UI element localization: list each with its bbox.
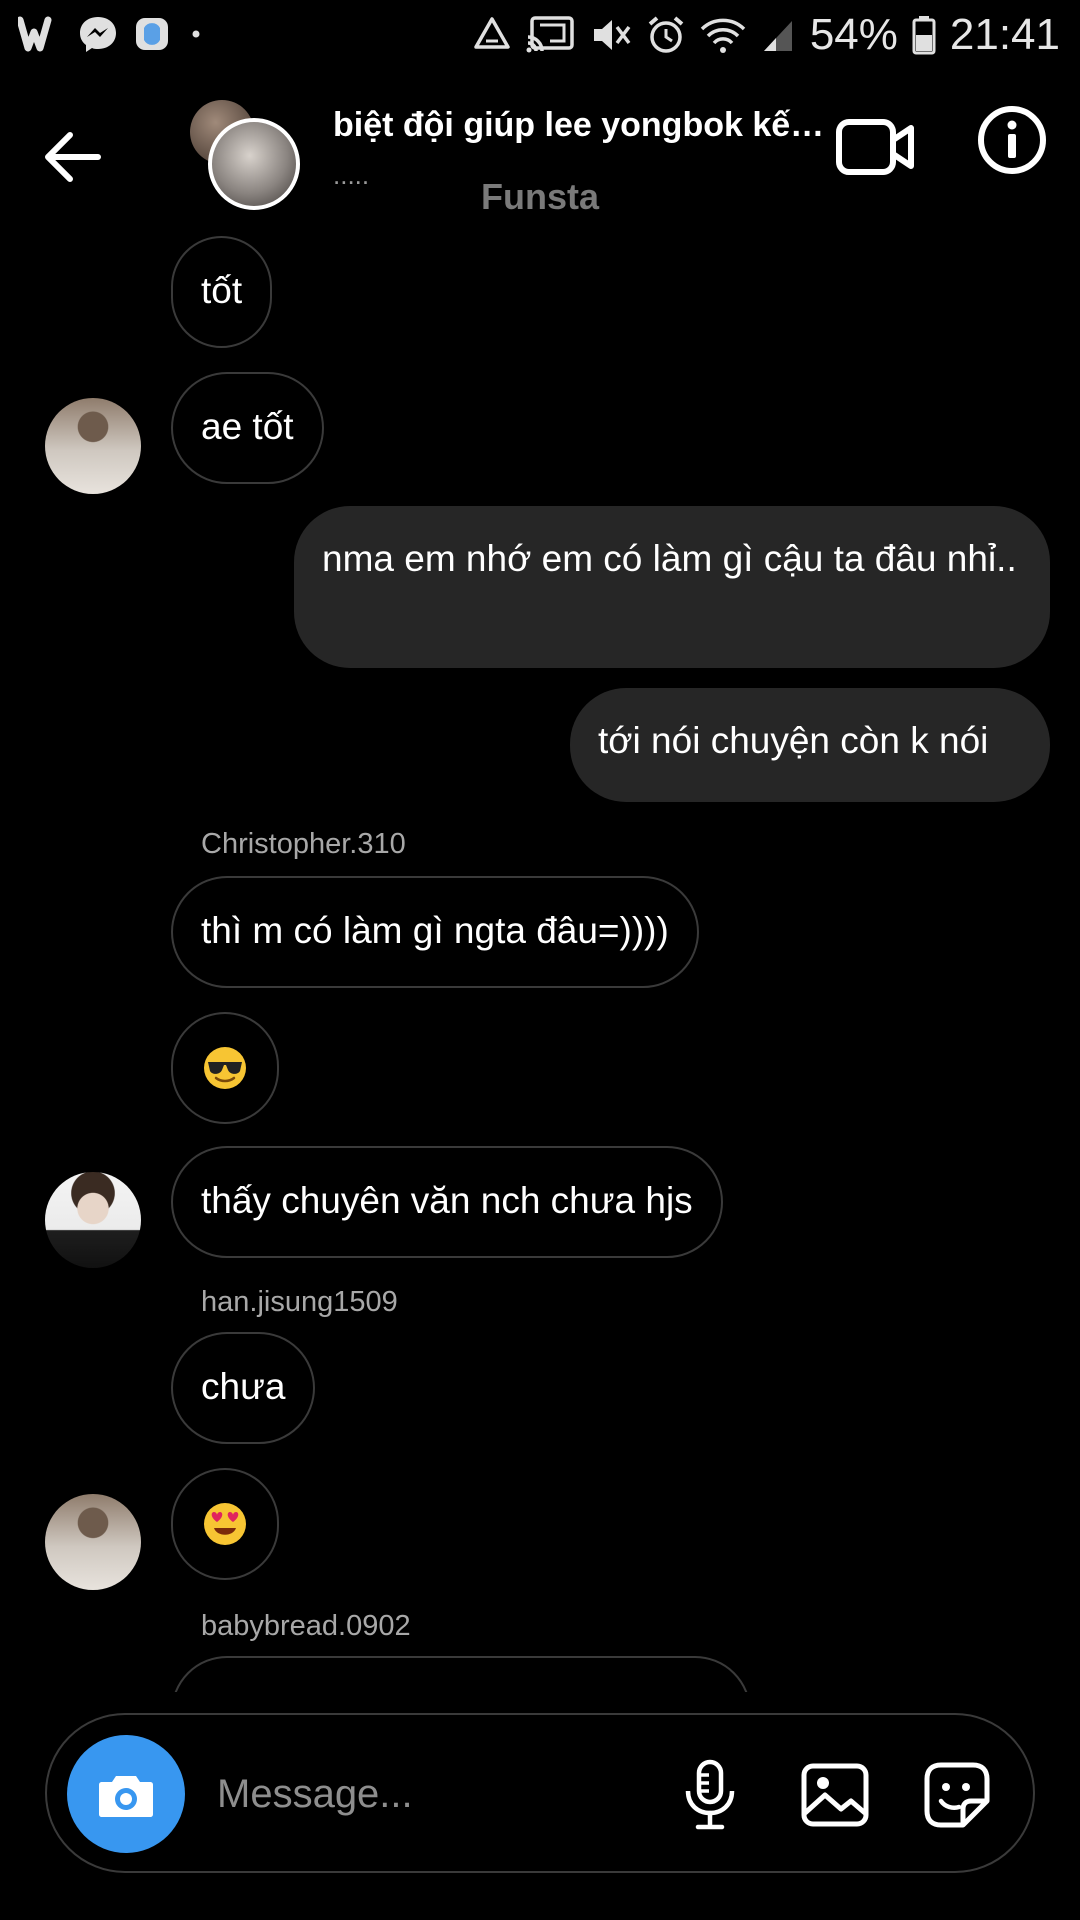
info-button[interactable]: [976, 104, 1048, 176]
gallery-button[interactable]: [797, 1757, 873, 1833]
message-text: ae tốt: [201, 406, 294, 447]
message-bubble[interactable]: tới nói chuyện còn k nói: [570, 688, 1050, 802]
thread-label: Funsta: [480, 176, 599, 217]
video-call-button[interactable]: [836, 112, 916, 182]
message-text: thì m có làm gì ngta đâu=)))): [201, 910, 669, 951]
message-bubble[interactable]: tốt: [171, 236, 273, 348]
sender-name: han.jisung1509: [201, 1286, 398, 1318]
message-text: tới nói chuyện còn k nói: [598, 720, 989, 761]
microphone-icon: [685, 1759, 735, 1830]
message-bubble[interactable]: chưa: [171, 1332, 316, 1444]
camera-icon: [99, 1776, 153, 1817]
message-composer: [45, 1713, 1035, 1873]
wifi-icon: [700, 18, 746, 53]
status-bar: 54% 21:41: [0, 0, 1080, 72]
message-bubble[interactable]: [171, 1656, 751, 1692]
message-input[interactable]: [215, 1755, 689, 1833]
message-bubble[interactable]: nma em nhớ em có làm gì cậu ta đâu nhỉ..: [294, 506, 1050, 668]
battery-icon: [912, 16, 936, 55]
emoji-message-bubble[interactable]: [171, 1468, 279, 1580]
signal-icon: [763, 21, 792, 51]
gallery-icon: [801, 1763, 869, 1827]
message-bubble[interactable]: ae tốt: [171, 372, 324, 484]
camera-button[interactable]: [67, 1735, 185, 1853]
message-text: nma em nhớ em có làm gì cậu ta đâu nhỉ..: [322, 538, 1017, 579]
gallery-app-icon: [136, 18, 168, 50]
system-icons: 54% 21:41: [472, 10, 1060, 60]
cast-icon: [526, 16, 574, 53]
sender-name: Christopher.310: [201, 828, 406, 860]
avatar[interactable]: [45, 1494, 141, 1590]
info-icon: [978, 106, 1046, 174]
messenger-icon: [80, 17, 116, 52]
sticker-icon: [924, 1762, 990, 1828]
message-bubble[interactable]: thấy chuyên văn nch chưa hjs: [171, 1146, 723, 1258]
message-list[interactable]: tốt ae tốt nma em nhớ em có làm gì cậu t…: [0, 232, 1080, 1692]
w-app-icon: [18, 16, 52, 52]
message-bubble[interactable]: thì m có làm gì ngta đâu=)))): [171, 876, 699, 988]
recycle-icon: [474, 17, 510, 49]
message-text: tốt: [201, 270, 243, 311]
mute-icon: [593, 20, 631, 50]
thread-title[interactable]: biệt đội giúp lee yongbok kết ...: [333, 106, 833, 145]
avatar[interactable]: [45, 398, 141, 494]
video-call-icon: [836, 119, 914, 175]
sunglasses-emoji-icon: [204, 1047, 246, 1089]
notification-icons: [18, 14, 206, 54]
battery-percentage: 54%: [809, 10, 898, 59]
sender-name: babybread.0902: [201, 1610, 411, 1642]
emoji-message-bubble[interactable]: [171, 1012, 279, 1124]
dot-icon: [192, 30, 200, 38]
clock: 21:41: [949, 10, 1060, 59]
sticker-button[interactable]: [919, 1757, 995, 1833]
alarm-icon: [648, 16, 684, 53]
voice-message-button[interactable]: [672, 1757, 748, 1833]
message-text: thấy chuyên văn nch chưa hjs: [201, 1180, 693, 1221]
message-text: chưa: [201, 1366, 286, 1407]
heart-eyes-emoji-icon: [204, 1503, 246, 1545]
avatar[interactable]: [45, 1172, 141, 1268]
